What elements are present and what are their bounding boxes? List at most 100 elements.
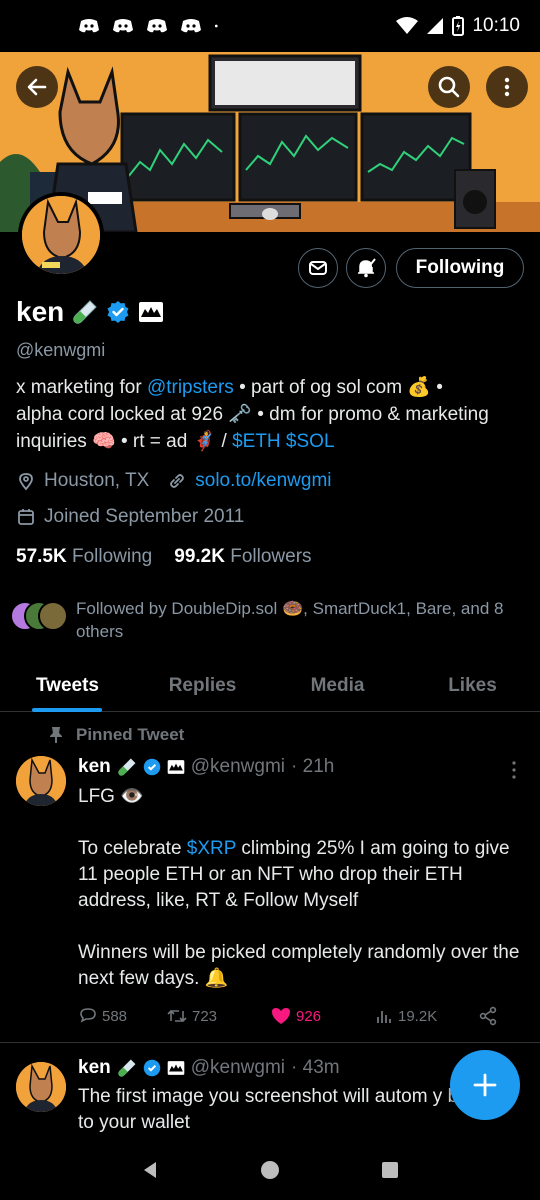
tab-likes[interactable]: Likes bbox=[405, 660, 540, 711]
more-options-button[interactable] bbox=[486, 66, 528, 108]
verified-badge-icon bbox=[107, 301, 129, 323]
like-button[interactable]: 926 bbox=[270, 1006, 374, 1026]
tweet-avatar[interactable] bbox=[16, 756, 66, 806]
bio-text: x marketing for bbox=[16, 377, 147, 398]
test-tube-icon bbox=[73, 300, 97, 324]
share-button[interactable] bbox=[478, 1006, 498, 1026]
tweet-time: · 43m bbox=[291, 1057, 340, 1078]
tweet-author-handle: @kenwgmi bbox=[190, 756, 286, 777]
bio-text: • part of og sol com 💰 • bbox=[233, 377, 443, 398]
tab-media[interactable]: Media bbox=[270, 660, 405, 711]
tweet-cashtag-link[interactable]: $XRP bbox=[187, 838, 236, 859]
bio-cashtag-link[interactable]: $ETH $SOL bbox=[232, 431, 334, 452]
affiliate-badge-icon bbox=[167, 1061, 185, 1075]
profile-avatar[interactable] bbox=[18, 192, 104, 278]
tweet-header: ken @kenwgmi · 21h bbox=[78, 756, 334, 778]
plus-icon bbox=[473, 1073, 497, 1097]
heart-filled-icon bbox=[272, 1008, 290, 1024]
retweet-icon bbox=[167, 1009, 187, 1023]
nav-home-icon[interactable] bbox=[259, 1159, 281, 1181]
battery-icon bbox=[452, 16, 465, 36]
verified-badge-icon bbox=[143, 1059, 160, 1077]
nav-back-icon[interactable] bbox=[139, 1159, 161, 1181]
views-count: 19.2K bbox=[398, 1007, 438, 1025]
retweet-count: 723 bbox=[192, 1007, 218, 1025]
test-tube-icon bbox=[118, 1059, 136, 1077]
dot-icon bbox=[214, 24, 218, 28]
followed-by-avatars bbox=[10, 597, 72, 631]
pin-icon bbox=[50, 727, 62, 743]
discord-icon bbox=[147, 19, 167, 33]
tweet-time: · 21h bbox=[291, 756, 335, 777]
nav-recents-icon[interactable] bbox=[379, 1159, 401, 1181]
notification-icons bbox=[78, 18, 224, 34]
search-icon bbox=[438, 76, 460, 98]
profile-bio: x marketing for @tripsters • part of og … bbox=[16, 374, 528, 455]
profile-meta-row: Houston, TX solo.to/kenwgmi bbox=[16, 470, 332, 492]
tweet-avatar[interactable] bbox=[16, 1062, 66, 1112]
profile-handle: @kenwgmi bbox=[16, 340, 106, 360]
tweet-author-name[interactable]: ken bbox=[78, 1057, 111, 1079]
profile-website-link[interactable]: solo.to/kenwgmi bbox=[195, 470, 331, 492]
calendar-icon bbox=[18, 509, 34, 525]
compose-tweet-button[interactable] bbox=[450, 1050, 520, 1120]
followed-by-row[interactable]: Followed by DoubleDip.sol 🍩, SmartDuck1,… bbox=[10, 597, 530, 643]
cat-avatar-image bbox=[22, 196, 100, 274]
pinned-label: Pinned Tweet bbox=[76, 725, 185, 744]
cat-avatar-image bbox=[16, 1062, 66, 1112]
share-icon bbox=[479, 1006, 497, 1026]
follower-avatar bbox=[38, 601, 68, 631]
bio-mention-link[interactable]: @tripsters bbox=[147, 377, 234, 398]
reply-button[interactable]: 588 bbox=[78, 1006, 166, 1026]
affiliate-badge-icon bbox=[167, 760, 185, 774]
clock: 10:10 bbox=[472, 15, 520, 36]
more-vertical-icon bbox=[504, 77, 510, 97]
tweet-line: LFG 👁️ bbox=[78, 786, 144, 807]
reply-icon bbox=[80, 1008, 96, 1023]
verified-badge-icon bbox=[143, 758, 160, 776]
following-button[interactable]: Following bbox=[396, 248, 524, 288]
tweet-text: LFG 👁️ To celebrate $XRP climbing 25% I … bbox=[78, 784, 528, 992]
tab-tweets[interactable]: Tweets bbox=[0, 660, 135, 712]
tweet-author-name[interactable]: ken bbox=[78, 756, 111, 778]
notifications-button[interactable] bbox=[346, 248, 386, 288]
profile-name-row: ken bbox=[16, 296, 164, 328]
bio-text: inquiries 🧠 • rt = ad 🦸 / bbox=[16, 431, 233, 452]
views-button[interactable]: 19.2K bbox=[374, 1006, 478, 1026]
followed-by-text: Followed by DoubleDip.sol 🍩, SmartDuck1,… bbox=[76, 599, 504, 641]
cat-avatar-image bbox=[16, 756, 66, 806]
link-icon bbox=[170, 474, 185, 488]
tweet-paragraph: Winners will be picked completely random… bbox=[78, 942, 520, 989]
back-button[interactable] bbox=[16, 66, 58, 108]
tweet-pinned[interactable]: Pinned Tweet ken @kenwgmi · 21h LFG 👁️ T… bbox=[0, 712, 540, 1042]
signal-icon bbox=[427, 18, 444, 34]
tweet-text-part: To celebrate bbox=[78, 838, 187, 859]
discord-icon bbox=[181, 19, 201, 33]
profile-tabs: Tweets Replies Media Likes bbox=[0, 660, 540, 712]
profile-location: Houston, TX bbox=[44, 470, 150, 491]
affiliate-badge-icon bbox=[139, 302, 164, 322]
wifi-icon bbox=[396, 17, 419, 34]
discord-icon bbox=[79, 19, 99, 33]
following-count: 57.5K bbox=[16, 546, 67, 567]
status-right: 10:10 bbox=[396, 15, 520, 37]
profile-joined-row: Joined September 2011 bbox=[16, 506, 244, 528]
status-bar: 10:10 bbox=[0, 0, 540, 52]
search-button[interactable] bbox=[428, 66, 470, 108]
test-tube-icon bbox=[118, 758, 136, 776]
pinned-indicator: Pinned Tweet bbox=[48, 725, 184, 745]
followers-stat[interactable]: 99.2K Followers bbox=[174, 546, 311, 568]
message-button[interactable] bbox=[298, 248, 338, 288]
views-chart-icon bbox=[377, 1011, 391, 1023]
following-stat[interactable]: 57.5K Following bbox=[16, 546, 152, 568]
tweet-actions: 588 723 926 19.2K bbox=[78, 1006, 518, 1026]
retweet-button[interactable]: 723 bbox=[166, 1006, 270, 1026]
tweet-header: ken @kenwgmi · 43m bbox=[78, 1057, 340, 1079]
tweet-author-handle: @kenwgmi bbox=[190, 1057, 286, 1078]
tweet-paragraph: To celebrate $XRP climbing 25% I am goin… bbox=[78, 836, 528, 914]
discord-icon bbox=[113, 19, 133, 33]
tweet-more-icon[interactable] bbox=[506, 760, 522, 780]
bell-check-icon bbox=[358, 258, 376, 278]
tab-replies[interactable]: Replies bbox=[135, 660, 270, 711]
followers-count: 99.2K bbox=[174, 546, 225, 567]
